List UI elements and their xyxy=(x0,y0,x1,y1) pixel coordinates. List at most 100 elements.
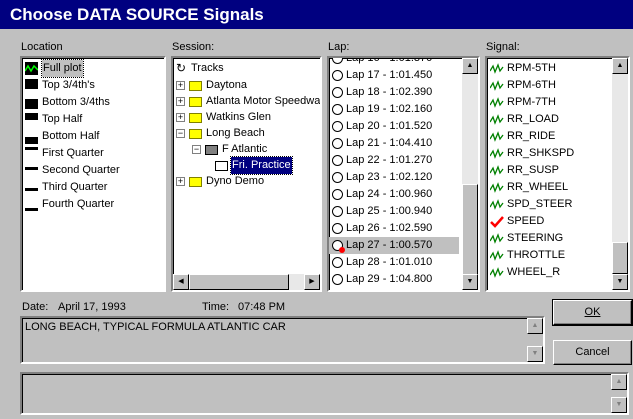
signal-item-label: RPM-5TH xyxy=(507,62,556,74)
ok-button[interactable]: OK xyxy=(552,299,633,326)
scroll-down-icon[interactable]: ▼ xyxy=(611,397,627,413)
lap-icon xyxy=(332,138,343,149)
signal-item[interactable]: RR_RIDE xyxy=(487,128,612,145)
session-item[interactable]: − Long Beach xyxy=(173,125,313,142)
signal-item[interactable]: RPM-7TH xyxy=(487,94,612,111)
signal-wave-icon xyxy=(489,266,504,279)
signal-item[interactable]: SPEED xyxy=(487,213,612,230)
lap-icon xyxy=(332,274,343,285)
lap-item[interactable]: Lap 19 - 1:02.160 xyxy=(329,101,459,118)
expand-toggle-icon[interactable]: − xyxy=(176,129,185,138)
plot-region-icon xyxy=(25,130,38,144)
signal-item[interactable]: RR_LOAD xyxy=(487,111,612,128)
session-item[interactable]: Fri. Practice xyxy=(173,156,313,175)
lap-item[interactable]: Lap 29 - 1:04.800 xyxy=(329,271,459,288)
location-list[interactable]: Full plot Top 3/4th's Bottom 3/4ths Top Hal… xyxy=(20,56,166,292)
scroll-left-icon[interactable]: ◀ xyxy=(173,274,189,290)
location-item[interactable]: Fourth Quarter xyxy=(22,196,162,213)
signal-item[interactable]: RR_WHEEL xyxy=(487,179,612,196)
location-item[interactable]: Top 3/4th's xyxy=(22,77,162,94)
lap-icon xyxy=(332,58,343,64)
signal-item-label: RR_SHKSPD xyxy=(507,147,575,159)
location-item[interactable]: Second Quarter xyxy=(22,162,162,179)
signal-item[interactable]: SPD_STEER xyxy=(487,196,612,213)
lap-item[interactable]: Lap 23 - 1:02.120 xyxy=(329,169,459,186)
notes-box[interactable]: ▲ ▼ xyxy=(20,372,629,415)
lap-item[interactable]: Lap 27 - 1:00.570 xyxy=(329,237,459,254)
scroll-up-icon[interactable]: ▲ xyxy=(527,318,543,334)
signal-scrollbar[interactable]: ▲ ▼ xyxy=(612,58,628,290)
notes-scrollbar[interactable]: ▲ ▼ xyxy=(611,374,627,413)
plot-region-band xyxy=(25,147,38,150)
signal-item[interactable]: RR_SHKSPD xyxy=(487,145,612,162)
lap-list[interactable]: Lap 16 - 1:01.370 Lap 17 - 1:01.450 Lap 18… xyxy=(327,56,480,292)
description-box[interactable]: LONG BEACH, TYPICAL FORMULA ATLANTIC CAR… xyxy=(20,316,545,364)
lap-item-label: Lap 16 - 1:01.370 xyxy=(346,56,433,64)
location-item[interactable]: First Quarter xyxy=(22,145,162,162)
lap-item-label: Lap 18 - 1:02.390 xyxy=(346,86,433,98)
lap-item[interactable]: Lap 28 - 1:01.010 xyxy=(329,254,459,271)
session-label: Session: xyxy=(172,41,215,53)
lap-item[interactable]: Lap 20 - 1:01.520 xyxy=(329,118,459,135)
signal-item[interactable]: THROTTLE xyxy=(487,247,612,264)
signal-item[interactable]: RR_SUSP xyxy=(487,162,612,179)
scroll-up-icon[interactable]: ▲ xyxy=(611,374,627,390)
tree-root[interactable]: ↻ Tracks xyxy=(173,60,313,77)
scroll-up-icon[interactable]: ▲ xyxy=(612,58,628,74)
scroll-thumb[interactable] xyxy=(189,274,289,290)
location-item[interactable]: Top Half xyxy=(22,111,162,128)
session-item[interactable]: + Atlanta Motor Speedwa xyxy=(173,93,320,110)
lap-item[interactable]: Lap 22 - 1:01.270 xyxy=(329,152,459,169)
location-item[interactable]: Bottom Half xyxy=(22,128,162,145)
session-h-scrollbar[interactable]: ◀ ▶ xyxy=(173,274,320,290)
location-item[interactable]: Bottom 3/4ths xyxy=(22,94,162,111)
location-item[interactable]: Third Quarter xyxy=(22,179,162,196)
signal-item[interactable]: WHEEL_R xyxy=(487,264,612,281)
expand-toggle-icon[interactable]: + xyxy=(176,81,185,90)
scroll-down-icon[interactable]: ▼ xyxy=(612,274,628,290)
lap-scrollbar[interactable]: ▲ ▼ xyxy=(462,58,478,290)
signal-item-label: SPD_STEER xyxy=(507,198,573,210)
lap-item[interactable]: Lap 24 - 1:00.960 xyxy=(329,186,459,203)
lap-icon xyxy=(332,206,343,217)
expand-toggle-icon[interactable]: + xyxy=(176,177,185,186)
session-item[interactable]: − F Atlantic xyxy=(173,141,313,158)
signal-item[interactable]: RPM-5TH xyxy=(487,60,612,77)
lap-item[interactable]: Lap 16 - 1:01.370 xyxy=(329,56,459,67)
lap-item[interactable]: Lap 25 - 1:00.940 xyxy=(329,203,459,220)
lap-item[interactable]: Lap 21 - 1:04.410 xyxy=(329,135,459,152)
lap-icon xyxy=(332,70,343,81)
lap-icon xyxy=(332,104,343,115)
plot-region-icon xyxy=(25,79,38,92)
plot-region-band xyxy=(25,188,38,191)
session-item[interactable]: + Watkins Glen xyxy=(173,109,313,126)
signal-item[interactable]: RPM-6TH xyxy=(487,77,612,94)
description-text: LONG BEACH, TYPICAL FORMULA ATLANTIC CAR xyxy=(25,321,286,333)
expand-toggle-icon[interactable]: + xyxy=(176,113,185,122)
session-item[interactable]: + Daytona xyxy=(173,77,313,94)
session-tree[interactable]: ↻ Tracks + Daytona + Atlanta Motor Speedwa + Wa… xyxy=(171,56,322,292)
scroll-down-icon[interactable]: ▼ xyxy=(462,274,478,290)
lap-item[interactable]: Lap 18 - 1:02.390 xyxy=(329,84,459,101)
lap-icon xyxy=(332,189,343,200)
location-item-label: Full plot xyxy=(41,59,84,78)
location-item-label: Bottom Half xyxy=(42,130,100,142)
expand-toggle-icon[interactable]: − xyxy=(192,145,201,154)
signal-list[interactable]: RPM-5TH RPM-6TH RPM-7TH RR_LOAD RR_RIDE RR_SH… xyxy=(485,56,630,292)
scroll-up-icon[interactable]: ▲ xyxy=(462,58,478,74)
signal-wave-icon xyxy=(489,164,504,177)
signal-wave-icon xyxy=(489,249,504,262)
lap-item[interactable]: Lap 17 - 1:01.450 xyxy=(329,67,459,84)
scroll-right-icon[interactable]: ▶ xyxy=(304,274,320,290)
scroll-thumb[interactable] xyxy=(612,242,628,274)
checked-signal-icon xyxy=(490,215,504,228)
expand-toggle-icon[interactable]: + xyxy=(176,97,185,106)
lap-item[interactable]: Lap 26 - 1:02.590 xyxy=(329,220,459,237)
cancel-button[interactable]: Cancel xyxy=(553,340,632,365)
session-item[interactable]: + Dyno Demo xyxy=(173,173,313,190)
signal-item[interactable]: STEERING xyxy=(487,230,612,247)
scroll-down-icon[interactable]: ▼ xyxy=(527,346,543,362)
signal-wave-icon xyxy=(489,130,504,143)
description-scrollbar[interactable]: ▲ ▼ xyxy=(527,318,543,362)
location-item[interactable]: Full plot xyxy=(22,59,162,78)
